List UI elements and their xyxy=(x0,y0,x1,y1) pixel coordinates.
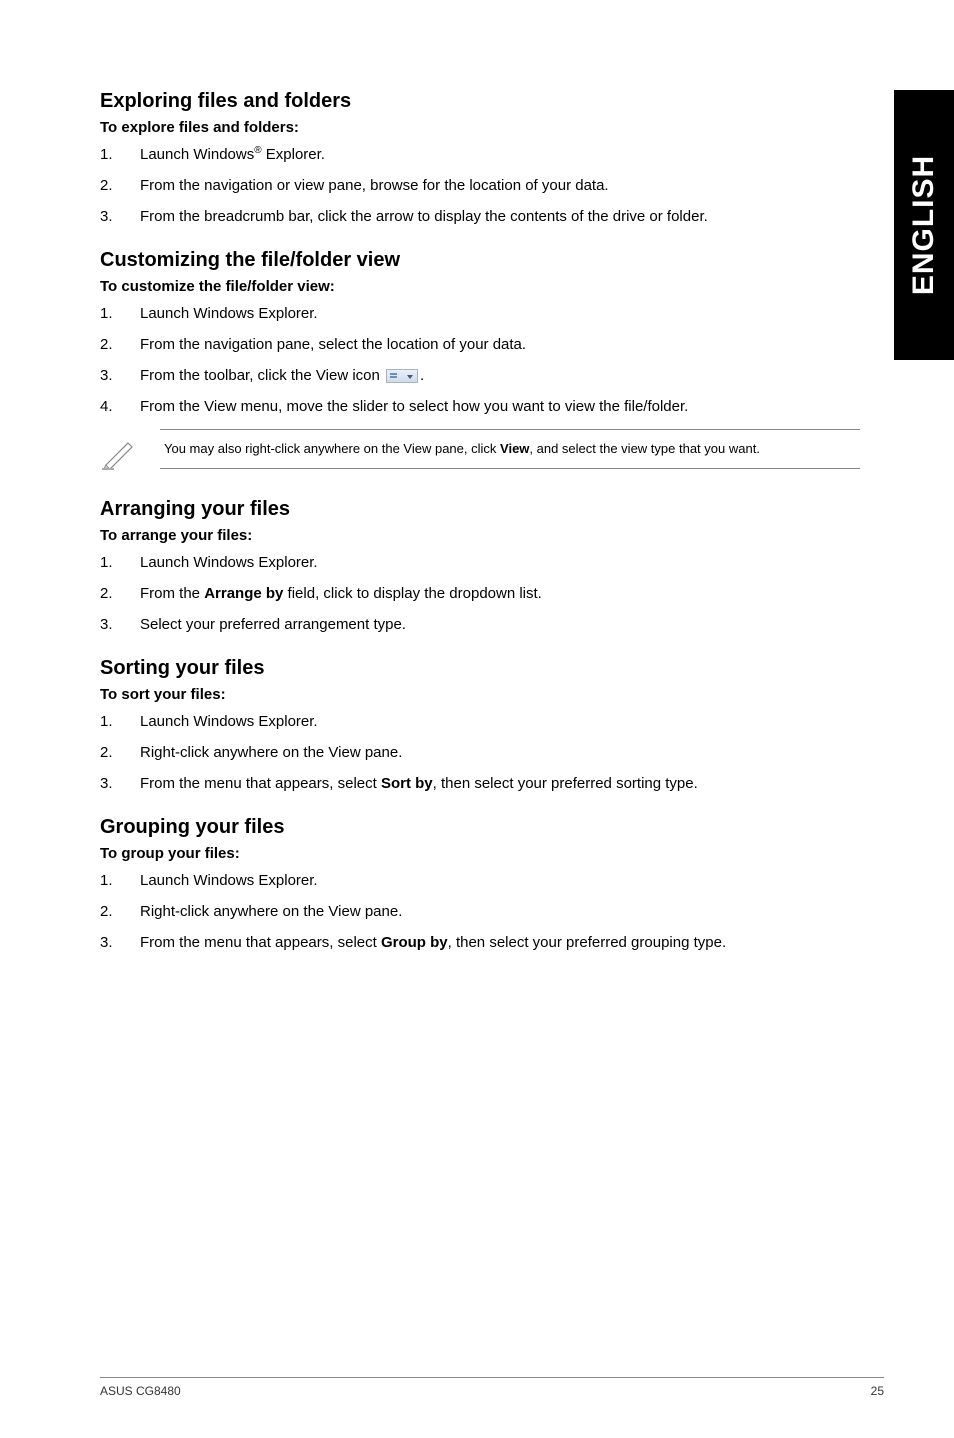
step-num: 3. xyxy=(100,773,140,794)
section-title-sorting: Sorting your files xyxy=(100,657,860,680)
section-sub-sorting: To sort your files: xyxy=(100,686,860,703)
note-text: You may also right-click anywhere on the… xyxy=(160,429,860,469)
step-num: 1. xyxy=(100,303,140,324)
step: 2. Right-click anywhere on the View pane… xyxy=(100,742,860,763)
step: 1. Launch Windows Explorer. xyxy=(100,870,860,891)
step-text: From the menu that appears, select Group… xyxy=(140,932,860,953)
step-text: From the View menu, move the slider to s… xyxy=(140,396,860,417)
section-sub-arranging: To arrange your files: xyxy=(100,527,860,544)
step-num: 2. xyxy=(100,742,140,763)
steps-sorting: 1. Launch Windows Explorer. 2. Right-cli… xyxy=(100,711,860,794)
page-content: Exploring files and folders To explore f… xyxy=(100,90,860,953)
step-text: From the menu that appears, select Sort … xyxy=(140,773,860,794)
steps-customizing: 1. Launch Windows Explorer. 2. From the … xyxy=(100,303,860,417)
footer-page-number: 25 xyxy=(871,1384,884,1398)
step-num: 3. xyxy=(100,365,140,386)
step-num: 1. xyxy=(100,552,140,573)
step: 4. From the View menu, move the slider t… xyxy=(100,396,860,417)
step-num: 3. xyxy=(100,614,140,635)
pencil-icon xyxy=(100,429,160,476)
section-title-customizing: Customizing the file/folder view xyxy=(100,249,860,272)
step-num: 2. xyxy=(100,175,140,196)
section-title-exploring: Exploring files and folders xyxy=(100,90,860,113)
step: 2. From the navigation pane, select the … xyxy=(100,334,860,355)
step: 1. Launch Windows Explorer. xyxy=(100,711,860,732)
step-num: 3. xyxy=(100,206,140,227)
page-footer: ASUS CG8480 25 xyxy=(100,1377,884,1398)
step-text: From the Arrange by field, click to disp… xyxy=(140,583,860,604)
step-text: Launch Windows Explorer. xyxy=(140,303,860,324)
step-text: From the navigation pane, select the loc… xyxy=(140,334,860,355)
step-text: Launch Windows Explorer. xyxy=(140,552,860,573)
step: 3. From the menu that appears, select Gr… xyxy=(100,932,860,953)
step-num: 4. xyxy=(100,396,140,417)
step: 1. Launch Windows Explorer. xyxy=(100,303,860,324)
step: 3. From the breadcrumb bar, click the ar… xyxy=(100,206,860,227)
step: 1. Launch Windows Explorer. xyxy=(100,552,860,573)
step-text: Right-click anywhere on the View pane. xyxy=(140,901,860,922)
step-num: 1. xyxy=(100,870,140,891)
language-tab: ENGLISH xyxy=(894,90,954,360)
step-text: From the breadcrumb bar, click the arrow… xyxy=(140,206,860,227)
section-sub-exploring: To explore files and folders: xyxy=(100,119,860,136)
step: 3. From the toolbar, click the View icon… xyxy=(100,365,860,386)
step-num: 1. xyxy=(100,144,140,165)
step-text: Launch Windows Explorer. xyxy=(140,711,860,732)
step-text: Launch Windows Explorer. xyxy=(140,870,860,891)
step-num: 2. xyxy=(100,334,140,355)
section-sub-customizing: To customize the file/folder view: xyxy=(100,278,860,295)
step-text: Select your preferred arrangement type. xyxy=(140,614,860,635)
steps-exploring: 1. Launch Windows® Explorer. 2. From the… xyxy=(100,144,860,227)
step-num: 1. xyxy=(100,711,140,732)
section-title-arranging: Arranging your files xyxy=(100,498,860,521)
step: 2. From the navigation or view pane, bro… xyxy=(100,175,860,196)
step: 2. From the Arrange by field, click to d… xyxy=(100,583,860,604)
step: 3. From the menu that appears, select So… xyxy=(100,773,860,794)
footer-model: ASUS CG8480 xyxy=(100,1384,181,1398)
language-label: ENGLISH xyxy=(907,155,941,295)
step: 3. Select your preferred arrangement typ… xyxy=(100,614,860,635)
section-title-grouping: Grouping your files xyxy=(100,816,860,839)
step: 1. Launch Windows® Explorer. xyxy=(100,144,860,165)
note-box: You may also right-click anywhere on the… xyxy=(100,429,860,476)
steps-arranging: 1. Launch Windows Explorer. 2. From the … xyxy=(100,552,860,635)
step-text: Right-click anywhere on the View pane. xyxy=(140,742,860,763)
step: 2. Right-click anywhere on the View pane… xyxy=(100,901,860,922)
step-text: Launch Windows® Explorer. xyxy=(140,144,860,165)
steps-grouping: 1. Launch Windows Explorer. 2. Right-cli… xyxy=(100,870,860,953)
step-text: From the navigation or view pane, browse… xyxy=(140,175,860,196)
view-icon xyxy=(386,369,418,383)
step-text: From the toolbar, click the View icon . xyxy=(140,365,860,386)
step-num: 2. xyxy=(100,901,140,922)
step-num: 2. xyxy=(100,583,140,604)
step-num: 3. xyxy=(100,932,140,953)
section-sub-grouping: To group your files: xyxy=(100,845,860,862)
